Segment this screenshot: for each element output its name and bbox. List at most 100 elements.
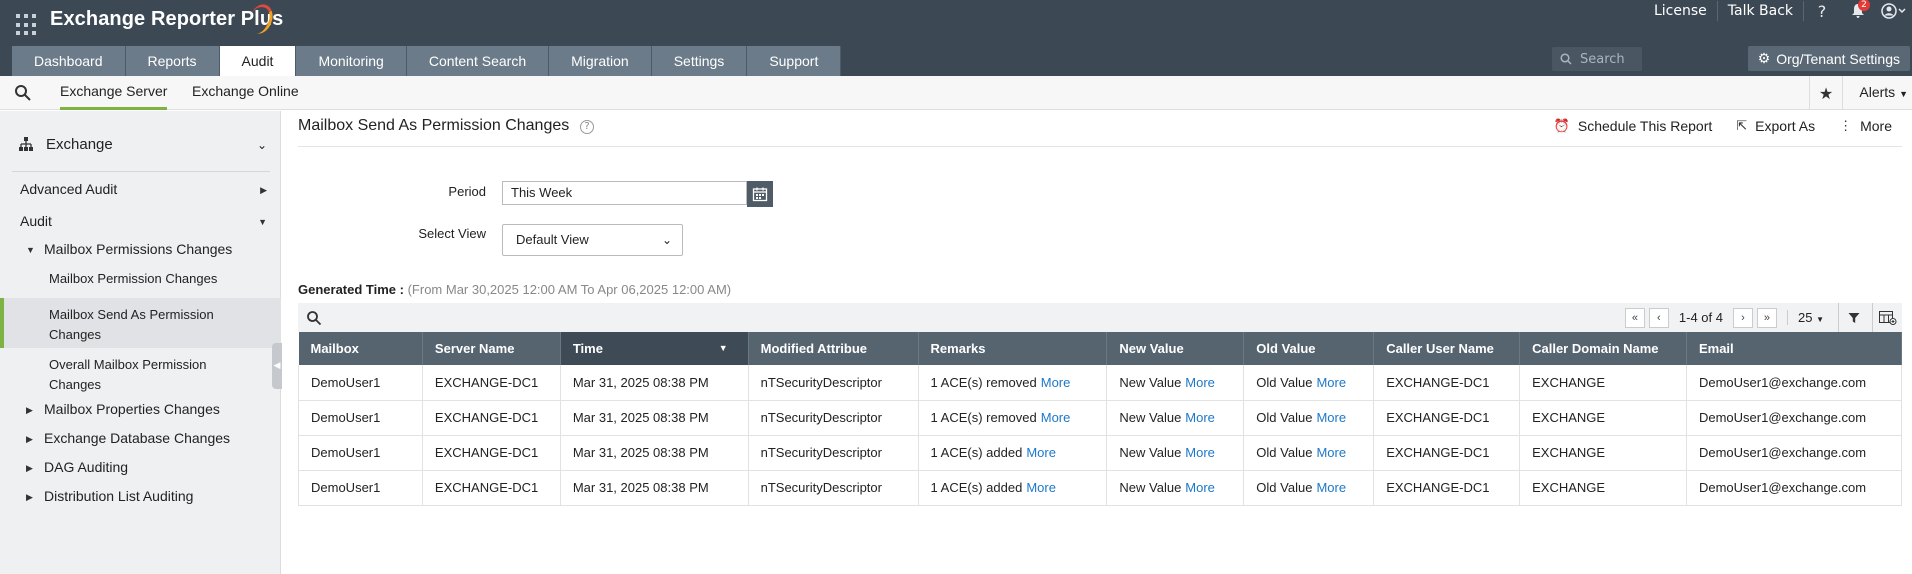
cell-email: DemoUser1@exchange.com bbox=[1686, 470, 1903, 506]
sidebar-item-overall-mailbox-permission-changes[interactable]: Overall Mailbox Permission Changes bbox=[0, 355, 281, 399]
new-value-text: New Value bbox=[1119, 480, 1182, 495]
new-value-more-link[interactable]: More bbox=[1185, 375, 1215, 390]
new-value-more-link[interactable]: More bbox=[1185, 480, 1215, 495]
generated-time-range: (From Mar 30,2025 12:00 AM To Apr 06,202… bbox=[407, 282, 732, 297]
top-bar: Exchange Reporter Plus License Talk Back… bbox=[0, 0, 1912, 76]
tab-audit[interactable]: Audit bbox=[219, 46, 297, 76]
sidebar-exchange-selector[interactable]: Exchange ⌄ bbox=[0, 129, 281, 159]
collapse-sidebar-handle[interactable]: ◀ bbox=[272, 343, 282, 389]
gear-icon: ⚙ bbox=[1757, 50, 1771, 66]
cell-remarks: 1 ACE(s) removed More bbox=[918, 400, 1108, 436]
next-page-button[interactable]: › bbox=[1732, 307, 1753, 328]
sidebar-item-mailbox-permission-changes[interactable]: Mailbox Permission Changes bbox=[0, 271, 281, 293]
sidebar-item-mailbox-permissions-changes[interactable]: ▼ Mailbox Permissions Changes bbox=[0, 241, 281, 263]
schedule-report-button[interactable]: ⏰ Schedule This Report bbox=[1554, 118, 1713, 134]
org-tenant-settings-button[interactable]: ⚙ Org/Tenant Settings bbox=[1747, 46, 1910, 71]
cell-caller-domain-name: EXCHANGE bbox=[1519, 400, 1687, 436]
new-value-text: New Value bbox=[1119, 410, 1182, 425]
old-value-more-link[interactable]: More bbox=[1316, 375, 1346, 390]
column-header-remarks[interactable]: Remarks bbox=[918, 332, 1108, 365]
new-value-more-link[interactable]: More bbox=[1185, 445, 1215, 460]
old-value-more-link[interactable]: More bbox=[1316, 410, 1346, 425]
column-chooser-icon[interactable] bbox=[1872, 303, 1902, 332]
tab-content-search[interactable]: Content Search bbox=[406, 46, 550, 76]
column-header-new-value[interactable]: New Value bbox=[1106, 332, 1245, 365]
cell-old-value: Old Value More bbox=[1243, 365, 1375, 401]
remarks-text: 1 ACE(s) removed bbox=[930, 374, 1037, 390]
help-icon[interactable]: ? bbox=[1804, 0, 1840, 22]
sidebar-item-distribution-list-auditing[interactable]: ▶ Distribution List Auditing bbox=[0, 488, 281, 510]
top-links: License Talk Back ? 2 bbox=[1644, 0, 1912, 22]
notification-bell-icon[interactable]: 2 bbox=[1840, 0, 1876, 22]
alarm-clock-icon: ⏰ bbox=[1553, 118, 1570, 133]
sidebar-item-audit[interactable]: Audit ▼ bbox=[0, 213, 281, 235]
cell-time: Mar 31, 2025 08:38 PM bbox=[560, 435, 749, 471]
sidebar-item-dag-auditing[interactable]: ▶ DAG Auditing bbox=[0, 459, 281, 481]
old-value-more-link[interactable]: More bbox=[1316, 445, 1346, 460]
sidebar-item-mailbox-properties-changes[interactable]: ▶ Mailbox Properties Changes bbox=[0, 401, 281, 423]
cell-caller-user-name: EXCHANGE-DC1 bbox=[1373, 435, 1521, 471]
last-page-button[interactable]: » bbox=[1756, 307, 1777, 328]
tab-reports[interactable]: Reports bbox=[125, 46, 220, 76]
talk-back-link[interactable]: Talk Back bbox=[1718, 1, 1804, 21]
column-header-mailbox[interactable]: Mailbox bbox=[298, 332, 423, 365]
sidebar-item-label: Distribution List Auditing bbox=[44, 488, 194, 504]
calendar-button[interactable] bbox=[747, 181, 773, 207]
cell-modified-attribute: nTSecurityDescriptor bbox=[748, 400, 919, 436]
app-grid-icon[interactable] bbox=[16, 14, 38, 36]
previous-page-button[interactable]: ‹ bbox=[1648, 307, 1669, 328]
column-header-old-value[interactable]: Old Value bbox=[1243, 332, 1375, 365]
column-header-caller-user-name[interactable]: Caller User Name bbox=[1373, 332, 1521, 365]
alerts-menu[interactable]: Alerts ▼ bbox=[1859, 76, 1908, 110]
remarks-more-link[interactable]: More bbox=[1026, 480, 1056, 495]
remarks-more-link[interactable]: More bbox=[1041, 375, 1071, 390]
sidebar-item-advanced-audit[interactable]: Advanced Audit ▶ bbox=[0, 181, 281, 203]
sidebar-item-mailbox-send-as-permission-changes[interactable]: Mailbox Send As Permission Changes bbox=[0, 298, 281, 348]
tab-settings[interactable]: Settings bbox=[651, 46, 748, 76]
cell-email: DemoUser1@exchange.com bbox=[1686, 365, 1903, 401]
sidebar-item-label: DAG Auditing bbox=[44, 459, 129, 475]
sidebar-item-exchange-database-changes[interactable]: ▶ Exchange Database Changes bbox=[0, 430, 281, 452]
search-input[interactable]: Search bbox=[1552, 47, 1642, 71]
report-actions: ⏰ Schedule This Report ⇱ Export As ⋮ Mor… bbox=[1554, 118, 1892, 134]
remarks-more-link[interactable]: More bbox=[1026, 445, 1056, 460]
export-as-label: Export As bbox=[1755, 118, 1816, 134]
column-header-server-name[interactable]: Server Name bbox=[422, 332, 561, 365]
tab-support[interactable]: Support bbox=[747, 46, 842, 76]
old-value-text: Old Value bbox=[1256, 374, 1313, 390]
period-field[interactable]: This Week bbox=[502, 181, 747, 205]
column-header-modified-attribute[interactable]: Modified Attribue bbox=[748, 332, 919, 365]
tab-exchange-server[interactable]: Exchange Server bbox=[60, 76, 168, 110]
remarks-more-link[interactable]: More bbox=[1041, 410, 1071, 425]
caret-right-icon: ▶ bbox=[26, 463, 33, 473]
sidebar-item-label: Mailbox Properties Changes bbox=[44, 401, 220, 417]
view-select[interactable]: Default View ⌄ bbox=[502, 224, 683, 256]
first-page-button[interactable]: « bbox=[1624, 307, 1645, 328]
new-value-more-link[interactable]: More bbox=[1185, 410, 1215, 425]
tab-monitoring[interactable]: Monitoring bbox=[296, 46, 407, 76]
sidebar-item-label-line1: Mailbox Send As Permission bbox=[49, 307, 214, 322]
table-search-icon[interactable] bbox=[306, 310, 322, 326]
page-size-select[interactable]: 25 ▼ bbox=[1786, 310, 1834, 325]
table-row: DemoUser1 EXCHANGE-DC1 Mar 31, 2025 08:3… bbox=[298, 400, 1903, 436]
tab-migration[interactable]: Migration bbox=[549, 46, 652, 76]
user-avatar-icon[interactable] bbox=[1876, 0, 1912, 22]
divider bbox=[298, 146, 1902, 147]
tab-dashboard[interactable]: Dashboard bbox=[12, 46, 126, 76]
cell-new-value: New Value More bbox=[1106, 365, 1245, 401]
favorite-star-icon[interactable]: ★ bbox=[1809, 76, 1843, 110]
export-as-button[interactable]: ⇱ Export As bbox=[1736, 118, 1815, 134]
filter-icon[interactable] bbox=[1838, 303, 1868, 332]
more-button[interactable]: ⋮ More bbox=[1839, 118, 1892, 134]
page-range-text: 1-4 of 4 bbox=[1678, 310, 1723, 325]
tab-exchange-online[interactable]: Exchange Online bbox=[192, 76, 299, 110]
column-header-email[interactable]: Email bbox=[1686, 332, 1903, 365]
caret-right-icon: ▶ bbox=[26, 492, 33, 502]
question-icon[interactable]: ? bbox=[580, 120, 594, 134]
column-header-time[interactable]: Time ▼ bbox=[560, 332, 749, 365]
cell-mailbox: DemoUser1 bbox=[298, 365, 423, 401]
license-link[interactable]: License bbox=[1644, 1, 1718, 21]
old-value-more-link[interactable]: More bbox=[1316, 480, 1346, 495]
column-header-caller-domain-name[interactable]: Caller Domain Name bbox=[1519, 332, 1687, 365]
search-icon[interactable] bbox=[14, 84, 32, 102]
